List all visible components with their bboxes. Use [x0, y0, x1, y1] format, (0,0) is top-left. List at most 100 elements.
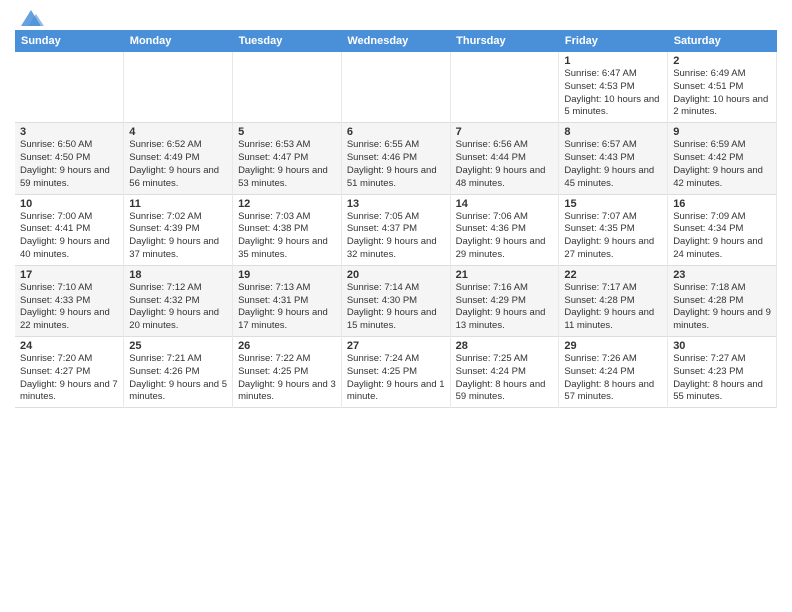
- day-info: Sunrise: 7:09 AMSunset: 4:34 PMDaylight:…: [673, 211, 763, 260]
- day-number: 12: [238, 198, 336, 210]
- col-header-monday: Monday: [124, 30, 233, 52]
- day-info: Sunrise: 7:10 AMSunset: 4:33 PMDaylight:…: [20, 282, 110, 331]
- logo: [15, 10, 46, 26]
- day-info: Sunrise: 7:16 AMSunset: 4:29 PMDaylight:…: [456, 282, 546, 331]
- calendar-cell: [341, 52, 450, 123]
- day-info: Sunrise: 6:56 AMSunset: 4:44 PMDaylight:…: [456, 139, 546, 188]
- day-number: 7: [456, 126, 554, 138]
- day-number: 29: [564, 340, 662, 352]
- calendar-week-row: 24Sunrise: 7:20 AMSunset: 4:27 PMDayligh…: [15, 337, 777, 408]
- day-info: Sunrise: 6:50 AMSunset: 4:50 PMDaylight:…: [20, 139, 110, 188]
- day-number: 15: [564, 198, 662, 210]
- day-info: Sunrise: 6:55 AMSunset: 4:46 PMDaylight:…: [347, 139, 437, 188]
- day-number: 26: [238, 340, 336, 352]
- day-info: Sunrise: 7:24 AMSunset: 4:25 PMDaylight:…: [347, 353, 445, 402]
- calendar-cell: 4Sunrise: 6:52 AMSunset: 4:49 PMDaylight…: [124, 123, 233, 194]
- day-number: 20: [347, 269, 445, 281]
- day-number: 8: [564, 126, 662, 138]
- day-info: Sunrise: 6:57 AMSunset: 4:43 PMDaylight:…: [564, 139, 654, 188]
- calendar-cell: 19Sunrise: 7:13 AMSunset: 4:31 PMDayligh…: [233, 265, 342, 336]
- day-number: 10: [20, 198, 118, 210]
- day-number: 13: [347, 198, 445, 210]
- day-info: Sunrise: 7:13 AMSunset: 4:31 PMDaylight:…: [238, 282, 328, 331]
- calendar-cell: 10Sunrise: 7:00 AMSunset: 4:41 PMDayligh…: [15, 194, 124, 265]
- logo-icon: [16, 8, 46, 30]
- calendar-cell: 16Sunrise: 7:09 AMSunset: 4:34 PMDayligh…: [668, 194, 777, 265]
- calendar-cell: 18Sunrise: 7:12 AMSunset: 4:32 PMDayligh…: [124, 265, 233, 336]
- day-number: 27: [347, 340, 445, 352]
- col-header-friday: Friday: [559, 30, 668, 52]
- calendar-cell: 3Sunrise: 6:50 AMSunset: 4:50 PMDaylight…: [15, 123, 124, 194]
- day-info: Sunrise: 7:26 AMSunset: 4:24 PMDaylight:…: [564, 353, 654, 402]
- calendar-week-row: 17Sunrise: 7:10 AMSunset: 4:33 PMDayligh…: [15, 265, 777, 336]
- day-info: Sunrise: 7:07 AMSunset: 4:35 PMDaylight:…: [564, 211, 654, 260]
- day-number: 25: [129, 340, 227, 352]
- calendar-cell: 8Sunrise: 6:57 AMSunset: 4:43 PMDaylight…: [559, 123, 668, 194]
- day-number: 3: [20, 126, 118, 138]
- day-number: 21: [456, 269, 554, 281]
- day-number: 23: [673, 269, 771, 281]
- day-info: Sunrise: 6:53 AMSunset: 4:47 PMDaylight:…: [238, 139, 328, 188]
- calendar-cell: [15, 52, 124, 123]
- day-info: Sunrise: 7:27 AMSunset: 4:23 PMDaylight:…: [673, 353, 763, 402]
- day-number: 30: [673, 340, 771, 352]
- day-number: 17: [20, 269, 118, 281]
- day-info: Sunrise: 7:14 AMSunset: 4:30 PMDaylight:…: [347, 282, 437, 331]
- calendar-cell: 26Sunrise: 7:22 AMSunset: 4:25 PMDayligh…: [233, 337, 342, 408]
- day-number: 16: [673, 198, 771, 210]
- calendar-cell: 6Sunrise: 6:55 AMSunset: 4:46 PMDaylight…: [341, 123, 450, 194]
- calendar-cell: 21Sunrise: 7:16 AMSunset: 4:29 PMDayligh…: [450, 265, 559, 336]
- calendar-cell: 25Sunrise: 7:21 AMSunset: 4:26 PMDayligh…: [124, 337, 233, 408]
- day-number: 22: [564, 269, 662, 281]
- day-info: Sunrise: 7:02 AMSunset: 4:39 PMDaylight:…: [129, 211, 219, 260]
- day-info: Sunrise: 7:22 AMSunset: 4:25 PMDaylight:…: [238, 353, 336, 402]
- day-number: 5: [238, 126, 336, 138]
- day-info: Sunrise: 6:52 AMSunset: 4:49 PMDaylight:…: [129, 139, 219, 188]
- calendar-cell: 13Sunrise: 7:05 AMSunset: 4:37 PMDayligh…: [341, 194, 450, 265]
- day-info: Sunrise: 6:47 AMSunset: 4:53 PMDaylight:…: [564, 68, 659, 117]
- day-number: 4: [129, 126, 227, 138]
- day-info: Sunrise: 7:17 AMSunset: 4:28 PMDaylight:…: [564, 282, 654, 331]
- calendar-cell: 30Sunrise: 7:27 AMSunset: 4:23 PMDayligh…: [668, 337, 777, 408]
- calendar-week-row: 1Sunrise: 6:47 AMSunset: 4:53 PMDaylight…: [15, 52, 777, 123]
- col-header-saturday: Saturday: [668, 30, 777, 52]
- calendar-cell: [233, 52, 342, 123]
- calendar-cell: 24Sunrise: 7:20 AMSunset: 4:27 PMDayligh…: [15, 337, 124, 408]
- col-header-thursday: Thursday: [450, 30, 559, 52]
- day-info: Sunrise: 7:25 AMSunset: 4:24 PMDaylight:…: [456, 353, 546, 402]
- day-info: Sunrise: 6:49 AMSunset: 4:51 PMDaylight:…: [673, 68, 768, 117]
- page-container: SundayMondayTuesdayWednesdayThursdayFrid…: [0, 0, 792, 413]
- calendar-cell: 28Sunrise: 7:25 AMSunset: 4:24 PMDayligh…: [450, 337, 559, 408]
- calendar-cell: 12Sunrise: 7:03 AMSunset: 4:38 PMDayligh…: [233, 194, 342, 265]
- col-header-sunday: Sunday: [15, 30, 124, 52]
- day-number: 1: [564, 55, 662, 67]
- day-info: Sunrise: 7:06 AMSunset: 4:36 PMDaylight:…: [456, 211, 546, 260]
- day-number: 2: [673, 55, 771, 67]
- calendar-cell: [450, 52, 559, 123]
- day-number: 9: [673, 126, 771, 138]
- day-number: 19: [238, 269, 336, 281]
- day-info: Sunrise: 7:00 AMSunset: 4:41 PMDaylight:…: [20, 211, 110, 260]
- day-info: Sunrise: 7:12 AMSunset: 4:32 PMDaylight:…: [129, 282, 219, 331]
- calendar-cell: 1Sunrise: 6:47 AMSunset: 4:53 PMDaylight…: [559, 52, 668, 123]
- calendar-cell: 9Sunrise: 6:59 AMSunset: 4:42 PMDaylight…: [668, 123, 777, 194]
- col-header-tuesday: Tuesday: [233, 30, 342, 52]
- day-info: Sunrise: 7:21 AMSunset: 4:26 PMDaylight:…: [129, 353, 227, 402]
- calendar-cell: 23Sunrise: 7:18 AMSunset: 4:28 PMDayligh…: [668, 265, 777, 336]
- calendar-week-row: 10Sunrise: 7:00 AMSunset: 4:41 PMDayligh…: [15, 194, 777, 265]
- day-number: 6: [347, 126, 445, 138]
- calendar-table: SundayMondayTuesdayWednesdayThursdayFrid…: [15, 30, 777, 408]
- day-number: 14: [456, 198, 554, 210]
- header: [15, 10, 777, 26]
- day-info: Sunrise: 7:20 AMSunset: 4:27 PMDaylight:…: [20, 353, 118, 402]
- calendar-cell: 17Sunrise: 7:10 AMSunset: 4:33 PMDayligh…: [15, 265, 124, 336]
- calendar-cell: 15Sunrise: 7:07 AMSunset: 4:35 PMDayligh…: [559, 194, 668, 265]
- calendar-cell: 29Sunrise: 7:26 AMSunset: 4:24 PMDayligh…: [559, 337, 668, 408]
- col-header-wednesday: Wednesday: [341, 30, 450, 52]
- day-number: 24: [20, 340, 118, 352]
- calendar-cell: 11Sunrise: 7:02 AMSunset: 4:39 PMDayligh…: [124, 194, 233, 265]
- calendar-cell: 20Sunrise: 7:14 AMSunset: 4:30 PMDayligh…: [341, 265, 450, 336]
- day-info: Sunrise: 7:05 AMSunset: 4:37 PMDaylight:…: [347, 211, 437, 260]
- calendar-week-row: 3Sunrise: 6:50 AMSunset: 4:50 PMDaylight…: [15, 123, 777, 194]
- day-info: Sunrise: 6:59 AMSunset: 4:42 PMDaylight:…: [673, 139, 763, 188]
